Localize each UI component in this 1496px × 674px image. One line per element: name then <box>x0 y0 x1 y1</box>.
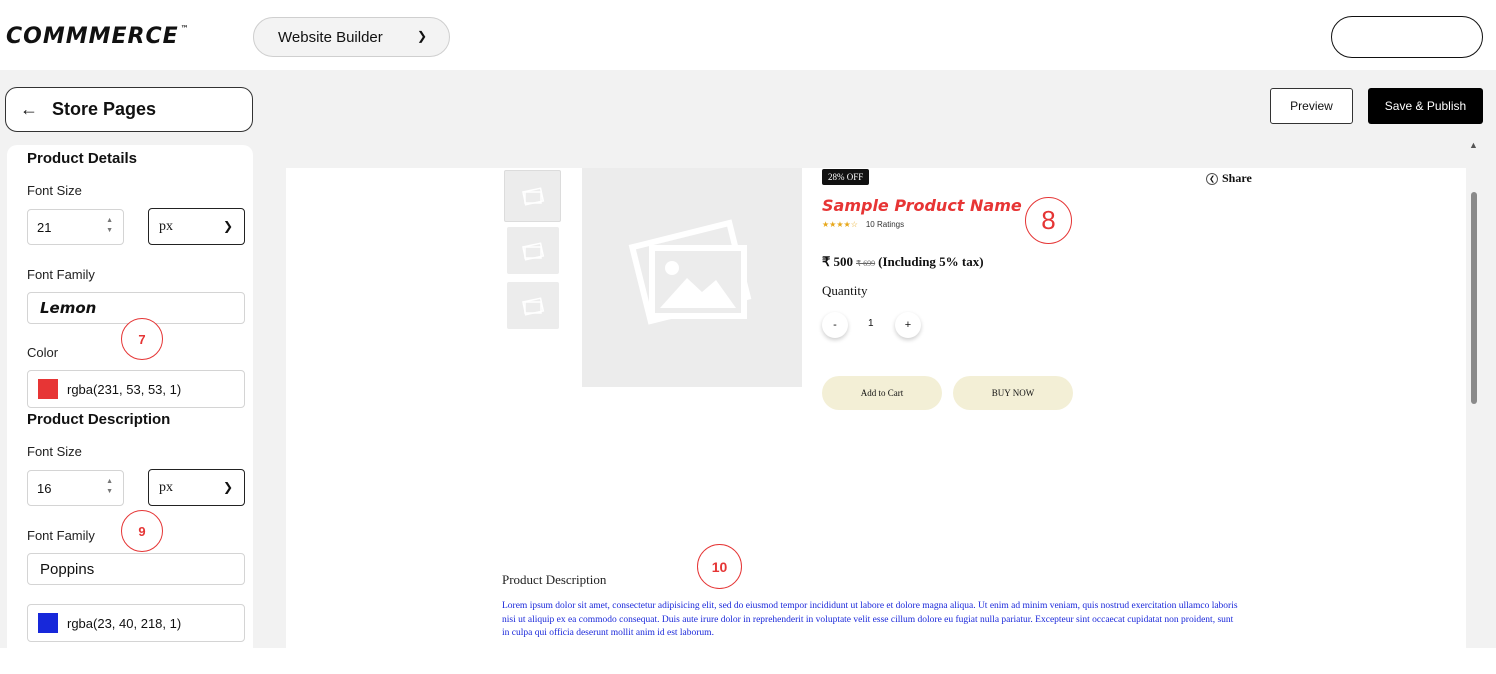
original-price: ₹ 699 <box>856 259 876 268</box>
details-font-size-value: 21 <box>37 219 52 235</box>
chevron-down-icon: ❯ <box>222 219 233 233</box>
tax-note: (Including 5% tax) <box>878 254 984 269</box>
top-header: COMMMERCE ™ Website Builder ❯ <box>0 0 1496 70</box>
description-color-input[interactable]: rgba(23, 40, 218, 1) <box>27 604 245 642</box>
product-main-image[interactable] <box>582 168 802 387</box>
description-font-unit-select[interactable]: px ❯ <box>148 469 245 506</box>
page-preview-canvas[interactable]: 28% OFF ❮ Share Sample Product Name ★★★★… <box>286 168 1466 648</box>
share-label: Share <box>1222 171 1252 185</box>
font-family-label: Font Family <box>27 528 95 543</box>
product-description-heading: Product Description <box>27 411 171 428</box>
description-text[interactable]: Lorem ipsum dolor sit amet, consectetur … <box>502 600 1242 641</box>
style-settings-panel[interactable]: Product Details Font Size 21 ▲ ▼ px ❯ Fon… <box>7 145 253 648</box>
annotation-badge-9: 9 <box>121 510 163 552</box>
logo-trademark: ™ <box>180 24 190 33</box>
share-button[interactable]: ❮ Share <box>1206 171 1252 186</box>
description-color-value: rgba(23, 40, 218, 1) <box>67 615 182 631</box>
description-font-size-value: 16 <box>37 480 52 496</box>
description-font-unit-value: px <box>159 479 173 495</box>
quantity-value[interactable]: 1 <box>868 318 874 329</box>
quantity-increase-button[interactable]: + <box>895 312 921 338</box>
description-font-size-input[interactable]: 16 ▲ ▼ <box>27 470 124 506</box>
image-placeholder-icon <box>522 296 545 316</box>
buy-now-button[interactable]: BUY NOW <box>953 376 1073 410</box>
details-font-unit-value: px <box>159 218 173 234</box>
quantity-decrease-button[interactable]: - <box>822 312 848 338</box>
quantity-label: Quantity <box>822 283 868 298</box>
product-details-heading: Product Details <box>27 150 138 167</box>
arrow-left-icon: ← <box>20 99 38 119</box>
product-name[interactable]: Sample Product Name <box>822 196 1022 215</box>
brand-logo[interactable]: COMMMERCE ™ <box>6 24 190 49</box>
scroll-up-arrow-icon[interactable]: ▲ <box>1469 140 1478 150</box>
product-ratings: ★★★★☆ 10 Ratings <box>822 220 904 229</box>
color-label: Color <box>27 345 59 360</box>
bottom-strip <box>0 648 1496 674</box>
details-font-family-value: Lemon <box>40 299 97 317</box>
image-placeholder-icon <box>521 187 544 206</box>
image-placeholder-icon <box>628 219 752 325</box>
image-placeholder-icon <box>522 241 545 261</box>
ratings-count: 10 Ratings <box>865 220 905 229</box>
discount-badge: 28% OFF <box>822 169 870 185</box>
back-to-store-pages-button[interactable]: ← Store Pages <box>5 87 253 132</box>
chevron-down-icon: ❯ <box>222 480 233 494</box>
color-swatch[interactable] <box>38 379 58 399</box>
annotation-badge-7: 7 <box>121 318 163 360</box>
font-family-label: Font Family <box>27 267 95 282</box>
details-color-input[interactable]: rgba(231, 53, 53, 1) <box>27 370 245 408</box>
store-pages-label: Store Pages <box>52 99 157 119</box>
save-publish-button[interactable]: Save & Publish <box>1368 88 1483 124</box>
product-thumbnail[interactable] <box>507 282 559 329</box>
account-button[interactable] <box>1331 16 1483 58</box>
description-font-family-value: Poppins <box>40 560 95 578</box>
product-thumbnail[interactable] <box>504 170 561 222</box>
preview-button[interactable]: Preview <box>1270 88 1353 124</box>
scrollbar-thumb[interactable] <box>1471 192 1477 404</box>
rating-stars-icon: ★★★★☆ <box>822 220 858 229</box>
product-thumbnail[interactable] <box>507 227 559 274</box>
builder-select[interactable]: Website Builder ❯ <box>253 17 450 57</box>
chevron-down-icon: ❯ <box>416 29 427 43</box>
canvas-scrollbar[interactable]: ▲ <box>1466 140 1482 648</box>
details-color-value: rgba(231, 53, 53, 1) <box>67 381 182 397</box>
product-price: ₹ 500 ₹ 699 (Including 5% tax) <box>822 254 984 270</box>
stepper-arrows-icon[interactable]: ▲ ▼ <box>106 216 113 236</box>
annotation-badge-8: 8 <box>1025 197 1072 244</box>
current-price: ₹ 500 <box>822 254 854 269</box>
details-font-unit-select[interactable]: px ❯ <box>148 208 245 245</box>
description-font-family-input[interactable]: Poppins <box>27 553 245 585</box>
color-swatch[interactable] <box>38 613 58 633</box>
builder-select-value: Website Builder <box>278 28 383 46</box>
add-to-cart-button[interactable]: Add to Cart <box>822 376 942 410</box>
logo-text: COMMMERCE <box>6 24 179 49</box>
font-size-label: Font Size <box>27 183 82 198</box>
share-icon: ❮ <box>1206 172 1218 185</box>
font-size-label: Font Size <box>27 444 82 459</box>
stepper-arrows-icon[interactable]: ▲ ▼ <box>106 477 113 497</box>
description-heading: Product Description <box>502 572 607 587</box>
details-font-size-input[interactable]: 21 ▲ ▼ <box>27 209 124 245</box>
annotation-badge-10: 10 <box>697 544 742 589</box>
